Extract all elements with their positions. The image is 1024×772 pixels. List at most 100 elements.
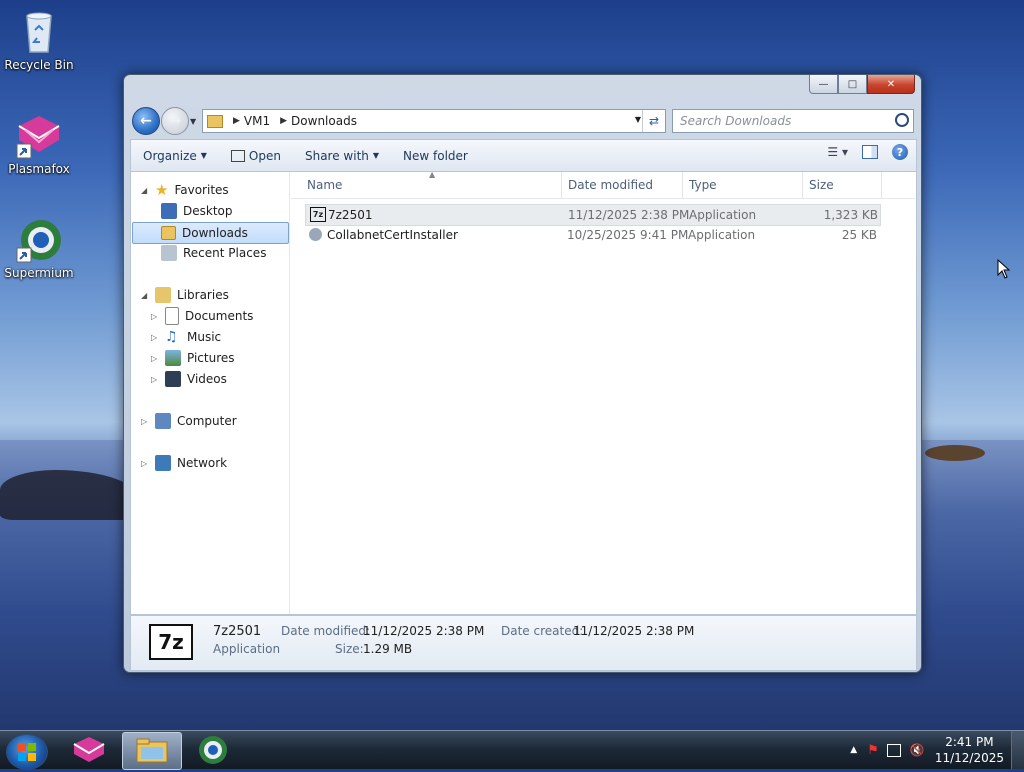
share-with-button[interactable]: Share with ▼: [293, 149, 391, 163]
details-pane: 7z 7z2501 Application Date modified: 11/…: [130, 615, 917, 671]
file-name: CollabnetCertInstaller: [327, 228, 458, 242]
nav-label: Videos: [187, 372, 227, 386]
file-list: Name ▲ Date modified Type Size 7z 7z2501…: [291, 170, 915, 614]
pictures-icon: [165, 350, 181, 366]
desktop-icon-plasmafox[interactable]: Plasmafox: [1, 112, 77, 176]
collapse-triangle-icon[interactable]: ◢: [141, 291, 149, 300]
sevenzip-app-icon: 7z: [310, 207, 326, 222]
clock-date: 11/12/2025: [934, 751, 1004, 765]
column-size[interactable]: Size: [809, 178, 834, 192]
details-date-created-label: Date created:: [501, 624, 584, 638]
nav-recent-places[interactable]: Recent Places: [161, 243, 266, 263]
column-divider[interactable]: [561, 172, 562, 198]
view-options-icon[interactable]: ☰ ▾: [827, 145, 848, 159]
nav-pictures[interactable]: ▷ Pictures: [151, 348, 235, 368]
close-button[interactable]: ✕: [867, 75, 915, 94]
column-type[interactable]: Type: [689, 178, 717, 192]
taskbar-plasmafox-button[interactable]: [60, 732, 118, 768]
new-folder-label: New folder: [403, 148, 468, 163]
minimize-button[interactable]: —: [809, 75, 838, 94]
documents-icon: [165, 307, 179, 325]
nav-libraries[interactable]: ◢ Libraries: [141, 285, 229, 305]
nav-music[interactable]: ▷ ♫ Music: [151, 327, 221, 347]
taskbar-supermium-button[interactable]: [184, 732, 242, 768]
recent-pages-dropdown[interactable]: ▼: [190, 117, 196, 126]
column-date-modified[interactable]: Date modified: [568, 178, 653, 192]
back-button[interactable]: ←: [132, 107, 160, 135]
chevron-down-icon: ▼: [200, 151, 207, 160]
action-center-icon[interactable]: ⚑: [867, 743, 879, 758]
file-row[interactable]: 7z 7z2501 11/12/2025 2:38 PM Application…: [305, 204, 881, 226]
address-history-dropdown[interactable]: ▼: [635, 115, 641, 124]
nav-label: Documents: [185, 309, 254, 323]
details-date-created: 11/12/2025 2:38 PM: [573, 624, 695, 638]
expand-triangle-icon[interactable]: ▷: [141, 417, 149, 426]
show-desktop-button[interactable]: [1011, 731, 1024, 769]
nav-label: Music: [187, 330, 222, 344]
desktop-icon-recycle-bin[interactable]: Recycle Bin: [1, 8, 77, 72]
show-hidden-icons-icon[interactable]: ▲: [850, 745, 857, 755]
view-controls: ☰ ▾ ?: [827, 144, 908, 160]
taskbar-explorer-button[interactable]: [122, 732, 182, 770]
file-type: Application: [689, 208, 757, 222]
network-tray-icon[interactable]: [886, 743, 901, 757]
search-box[interactable]: Search Downloads: [672, 109, 914, 133]
folder-icon: [136, 738, 168, 763]
forward-button[interactable]: →: [161, 107, 189, 135]
nav-network[interactable]: ▷ Network: [141, 453, 227, 473]
column-divider[interactable]: [802, 172, 803, 198]
expand-triangle-icon[interactable]: ▷: [151, 312, 159, 321]
column-divider[interactable]: [682, 172, 683, 198]
breadcrumb-chevron-icon[interactable]: ▶: [280, 116, 287, 126]
volume-muted-icon[interactable]: 🔇: [910, 743, 925, 757]
file-name: 7z2501: [328, 208, 373, 222]
navigation-bar: ← → ▼ ▶ VM1 ▶ Downloads ▼ ⇄ Search Downl…: [130, 105, 915, 135]
refresh-icon[interactable]: ⇄: [642, 110, 665, 132]
nav-computer[interactable]: ▷ Computer: [141, 411, 237, 431]
expand-triangle-icon[interactable]: ▷: [151, 354, 159, 363]
nav-documents[interactable]: ▷ Documents: [151, 306, 253, 326]
new-folder-button[interactable]: New folder: [391, 149, 480, 163]
file-row[interactable]: CollabnetCertInstaller 10/25/2025 9:41 P…: [305, 225, 879, 245]
nav-desktop[interactable]: Desktop: [161, 201, 233, 221]
search-icon[interactable]: [895, 113, 909, 127]
organize-button[interactable]: Organize ▼: [131, 149, 219, 163]
expand-triangle-icon[interactable]: ▷: [151, 375, 159, 384]
open-button[interactable]: Open: [219, 149, 293, 163]
collapse-triangle-icon[interactable]: ◢: [141, 186, 149, 195]
details-file-type: Application: [213, 642, 281, 656]
expand-triangle-icon[interactable]: ▷: [141, 459, 149, 468]
mouse-cursor-icon: [997, 259, 1011, 279]
column-name[interactable]: Name: [307, 178, 342, 192]
maximize-button[interactable]: □: [838, 75, 867, 94]
clock[interactable]: 2:41 PM 11/12/2025: [935, 734, 1004, 766]
help-icon[interactable]: ?: [892, 144, 908, 160]
caption-buttons: — □ ✕: [809, 75, 915, 94]
column-divider[interactable]: [881, 172, 882, 198]
start-button[interactable]: [6, 734, 48, 770]
preview-pane-icon[interactable]: [862, 145, 878, 159]
nav-videos[interactable]: ▷ Videos: [151, 369, 227, 389]
breadcrumb-vm1[interactable]: VM1: [244, 114, 270, 128]
details-date-modified: 11/12/2025 2:38 PM: [363, 624, 485, 638]
nav-label: Downloads: [182, 226, 248, 240]
breadcrumb-downloads[interactable]: Downloads: [291, 114, 357, 128]
navigation-pane: ◢ ★ Favorites Desktop Downloads Recent P…: [131, 172, 290, 614]
nav-label: Computer: [177, 414, 237, 428]
open-icon: [230, 149, 245, 162]
supermium-icon: [15, 216, 63, 264]
nav-label: Pictures: [187, 351, 235, 365]
nav-downloads[interactable]: Downloads: [132, 222, 289, 244]
nav-label: Network: [177, 456, 228, 470]
icon-lettering: 7z: [158, 630, 184, 654]
open-label: Open: [248, 148, 281, 163]
breadcrumb-chevron-icon[interactable]: ▶: [233, 116, 240, 126]
folder-icon: [207, 114, 223, 128]
expand-triangle-icon[interactable]: ▷: [151, 333, 159, 342]
desktop-icon-supermium[interactable]: Supermium: [1, 216, 77, 280]
address-bar[interactable]: ▶ VM1 ▶ Downloads ▼ ⇄: [202, 109, 666, 133]
star-icon: ★: [155, 181, 169, 199]
nav-label: Desktop: [183, 204, 233, 218]
details-file-name: 7z2501: [213, 624, 262, 639]
nav-favorites[interactable]: ◢ ★ Favorites: [141, 180, 229, 200]
